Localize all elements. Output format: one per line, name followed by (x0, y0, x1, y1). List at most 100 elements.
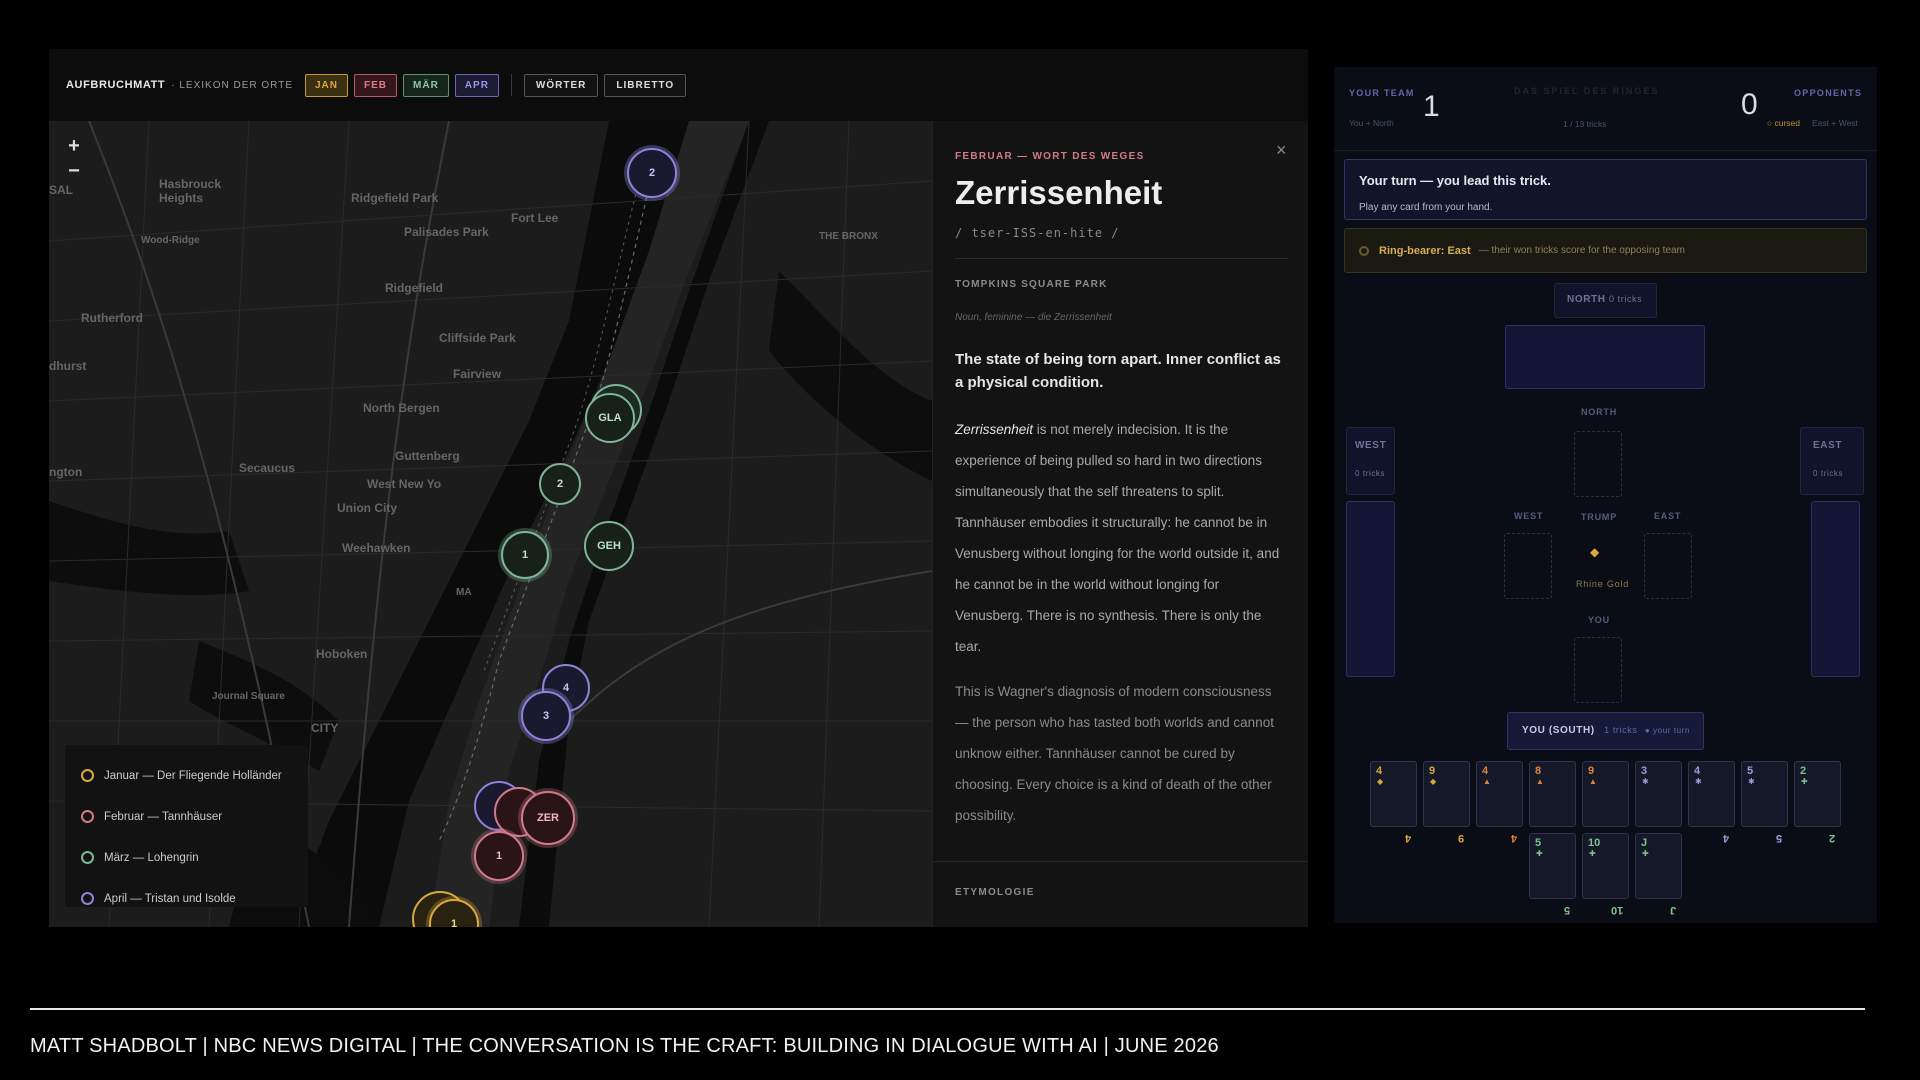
card-rank-inverted: 4 (1722, 832, 1729, 844)
your-team-score: 1 (1423, 90, 1440, 123)
map-marker-cluster[interactable]: ZER (521, 791, 575, 845)
top-navigation-bar: AUFBRUCHMATT · LEXIKON DER ORTE JAN FEB … (49, 49, 1308, 121)
east-slot-label: EAST (1654, 511, 1682, 521)
hand-card[interactable]: 5 ✚ 5 (1529, 833, 1576, 916)
month-filter-apr[interactable]: APR (454, 73, 499, 97)
definition-lead: The state of being torn apart. Inner con… (955, 351, 1281, 391)
trump-suit-icon: ◆ (1590, 545, 1600, 559)
etymology-heading[interactable]: ETYMOLOGIE (955, 887, 1035, 898)
your-team-members: You + North (1349, 118, 1394, 128)
scoreboard: YOUR TEAM You + North 1 DAS SPIEL DES RI… (1334, 67, 1877, 151)
definition-body: Zerrissenheit is not merely indecision. … (955, 414, 1288, 662)
map-place-label: Weehawken (342, 541, 411, 555)
map-marker-cluster[interactable]: 1 (501, 531, 549, 579)
libretto-nav-button[interactable]: LIBRETTO (604, 73, 687, 97)
hand-card[interactable]: 4 ▲ 4 (1476, 761, 1523, 844)
card-rank-inverted: 5 (1775, 832, 1782, 844)
map-place-label: SAL (49, 183, 73, 197)
hand-card[interactable]: 10 ✚ 10 (1582, 833, 1629, 916)
west-seat-tag: WEST 0 tricks (1346, 427, 1395, 495)
legend-label: Januar — Der Fliegende Holländer (104, 769, 282, 782)
legend-label: Februar — Tannhäuser (104, 810, 223, 823)
ring-icon (1359, 245, 1369, 256)
west-card-slot (1504, 533, 1552, 599)
map-marker-cluster[interactable]: GLA (585, 393, 635, 443)
your-team-label: YOUR TEAM (1349, 88, 1415, 98)
app-brand: AUFBRUCHMATT (66, 79, 166, 91)
hand-card[interactable]: 9 ◆ 9 (1423, 761, 1470, 844)
hand-card[interactable]: 4 ◆ 4 (1370, 761, 1417, 844)
month-filter-feb[interactable]: FEB (354, 73, 398, 97)
legend-item-maerz[interactable]: März — Lohengrin (81, 837, 308, 878)
map-marker-cluster[interactable]: 1 (474, 831, 524, 881)
zoom-in-button[interactable]: + (63, 135, 85, 157)
hand-card[interactable]: 8▲8 (1529, 761, 1576, 844)
card-suit-icon: ▲ (1483, 777, 1491, 786)
map-place-label: Hoboken (316, 647, 368, 661)
map-place-label: Fort Lee (511, 211, 559, 225)
card-rank: J (1641, 837, 1648, 849)
south-seat-tag: YOU (SOUTH) 1 tricks ● your turn (1507, 712, 1704, 750)
map-place-label: North Bergen (363, 401, 440, 415)
map-marker-cluster[interactable]: 2 (539, 463, 581, 505)
app-subtitle: · LEXIKON DER ORTE (171, 79, 293, 91)
lexicon-map-app: AUFBRUCHMATT · LEXIKON DER ORTE JAN FEB … (49, 49, 1308, 927)
north-card-slot (1574, 431, 1622, 497)
legend-item-april[interactable]: April — Tristan und Isolde (81, 878, 308, 919)
card-rank-inverted: 2 (1828, 832, 1835, 844)
month-filter-jan[interactable]: JAN (305, 73, 349, 97)
north-slot-label: NORTH (1581, 407, 1617, 417)
ring-bearer-banner: Ring-bearer: East — their won tricks sco… (1344, 228, 1867, 273)
legend-item-februar[interactable]: Februar — Tannhäuser (81, 796, 308, 837)
card-suit-icon: ✚ (1801, 777, 1808, 786)
close-icon[interactable]: × (1276, 141, 1290, 159)
map-place-label: Wood-Ridge (141, 235, 200, 246)
map-marker-cluster[interactable]: GEH (584, 521, 634, 571)
map-place-label: Guttenberg (395, 449, 460, 463)
detail-kicker: FEBRUAR — WORT DES WEGES (955, 151, 1145, 162)
trump-label: TRUMP (1581, 512, 1617, 522)
trick-counter: 1 / 13 tricks (1563, 119, 1607, 129)
hand-card[interactable]: 2 ✚ 2 (1794, 761, 1841, 844)
card-rank: 5 (1535, 837, 1542, 849)
footer-divider (30, 1008, 1865, 1010)
legend-item-januar[interactable]: Januar — Der Fliegende Holländer (81, 755, 308, 796)
map-place-label: Cliffside Park (439, 331, 516, 345)
west-hand (1346, 501, 1395, 677)
card-rank-inverted: J (1669, 904, 1676, 916)
hand-card[interactable]: 4 ✱ 4 (1688, 761, 1735, 844)
card-suit-icon: ▲ (1589, 777, 1597, 786)
hand-card[interactable]: 5 ✱ 5 (1741, 761, 1788, 844)
ring-card-game-app: YOUR TEAM You + North 1 DAS SPIEL DES RI… (1334, 67, 1877, 923)
map-place-label: dhurst (49, 359, 87, 373)
word-detail-panel: × FEBRUAR — WORT DES WEGES Zerrissenheit… (932, 121, 1308, 927)
hand-card[interactable]: J ✚ J (1635, 833, 1682, 916)
map-place-label: West New Yo (367, 477, 442, 491)
ring-bearer-note: — their won tricks score for the opposin… (1478, 245, 1685, 256)
east-hand (1811, 501, 1860, 677)
divider (955, 258, 1288, 259)
turn-prompt: Your turn — you lead this trick. Play an… (1344, 159, 1867, 220)
east-card-slot (1644, 533, 1692, 599)
zoom-out-button[interactable]: − (63, 160, 85, 182)
map-marker-cluster[interactable]: 2 (627, 148, 677, 198)
map-marker-cluster[interactable]: 3 (521, 691, 571, 741)
cursed-status: ○ cursed (1767, 118, 1801, 128)
words-nav-button[interactable]: WÖRTER (523, 73, 599, 97)
card-rank-inverted: 10 (1610, 904, 1623, 916)
hand-card[interactable]: 9▲9 (1582, 761, 1629, 844)
map-place-label: Ridgefield Park (351, 191, 439, 205)
card-rank: 2 (1800, 765, 1807, 777)
month-filter-mar[interactable]: MÄR (403, 73, 449, 97)
card-rank: 3 (1641, 765, 1648, 777)
hand-card[interactable]: 3✱3 (1635, 761, 1682, 844)
card-suit-icon: ✚ (1642, 849, 1649, 858)
card-rank: 5 (1747, 765, 1754, 777)
map-place-label: THE BRONX (819, 231, 878, 242)
dark-map-canvas[interactable]: + − Hasbrouck Heights Ridgefield Park Pa… (49, 121, 932, 927)
map-place-label: Hasbrouck Heights (159, 177, 222, 205)
opponents-members: East + West (1812, 118, 1858, 128)
pronunciation: / tser-ISS-en-hite / (955, 226, 1120, 240)
divider (510, 74, 512, 96)
place-name: TOMPKINS SQUARE PARK (955, 279, 1108, 290)
